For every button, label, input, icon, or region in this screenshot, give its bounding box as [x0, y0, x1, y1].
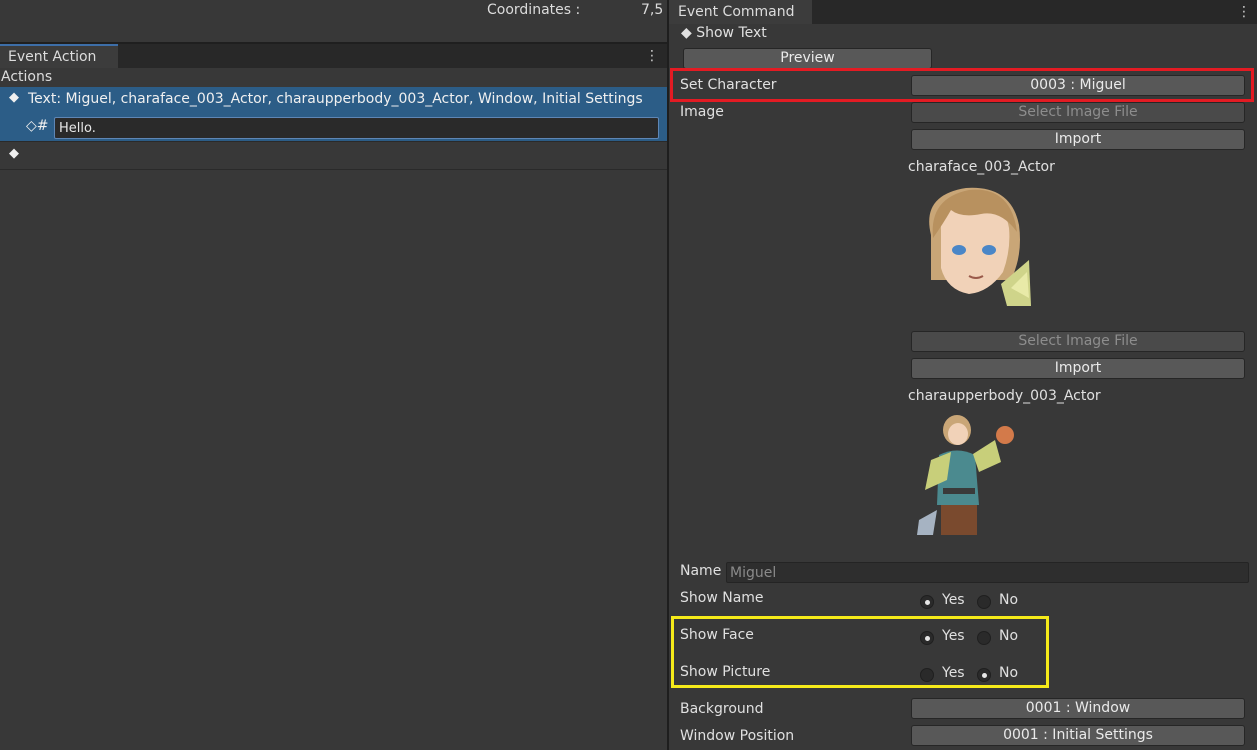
upper-body-portrait-image	[917, 415, 1014, 535]
show-picture-yes-label: Yes	[942, 665, 965, 681]
show-name-label: Show Name	[680, 590, 764, 606]
image-label: Image	[680, 104, 724, 120]
actions-label: Actions	[1, 69, 53, 85]
name-label: Name	[680, 563, 722, 579]
action-row-empty[interactable]: ◆	[0, 142, 667, 170]
show-face-yes-radio[interactable]	[920, 631, 934, 645]
event-action-pane: Coordinates : 7,5 Event Action ⋮ Actions…	[0, 0, 667, 750]
show-name-yes-label: Yes	[942, 592, 965, 608]
window-position-label: Window Position	[680, 728, 795, 744]
background-label: Background	[680, 701, 764, 717]
message-input[interactable]	[54, 117, 659, 139]
background-button[interactable]: 0001 : Window	[911, 698, 1245, 719]
show-picture-no-label: No	[999, 665, 1019, 681]
command-title: ◆ Show Text	[681, 25, 767, 41]
message-prefix: ◇#	[26, 118, 49, 134]
show-name-no-label: No	[999, 592, 1019, 608]
kebab-menu-icon[interactable]: ⋮	[645, 46, 659, 66]
show-picture-no-radio[interactable]	[977, 668, 991, 682]
show-name-no-radio[interactable]	[977, 595, 991, 609]
event-command-tabbar: Event Command ⋮	[669, 0, 1257, 24]
diamond-bullet-icon: ◆	[9, 146, 19, 161]
select-body-image-button[interactable]: Select Image File	[911, 331, 1245, 352]
show-face-yes-label: Yes	[942, 628, 965, 644]
event-action-tabbar: Event Action ⋮	[0, 44, 667, 68]
show-name-yes-radio[interactable]	[920, 595, 934, 609]
select-face-image-button[interactable]: Select Image File	[911, 102, 1245, 123]
preview-button[interactable]: Preview	[683, 48, 932, 69]
show-picture-yes-radio[interactable]	[920, 668, 934, 682]
action-row-message[interactable]: ◇#	[0, 114, 667, 142]
tab-event-action[interactable]: Event Action	[0, 44, 118, 68]
name-input[interactable]	[726, 562, 1249, 583]
body-filename: charaupperbody_003_Actor	[908, 388, 1101, 404]
show-face-no-radio[interactable]	[977, 631, 991, 645]
action-row-label: Text: Miguel, charaface_003_Actor, chara…	[28, 91, 643, 107]
show-face-no-label: No	[999, 628, 1019, 644]
diamond-bullet-icon: ◆	[9, 90, 19, 105]
face-filename: charaface_003_Actor	[908, 159, 1055, 175]
action-row-text[interactable]: ◆ Text: Miguel, charaface_003_Actor, cha…	[0, 87, 667, 114]
event-command-pane: Event Command ⋮ ◆ Show Text Preview Set …	[669, 0, 1257, 750]
window-position-button[interactable]: 0001 : Initial Settings	[911, 725, 1245, 746]
kebab-menu-icon[interactable]: ⋮	[1237, 2, 1251, 22]
coordinates-value: 7,5	[641, 2, 664, 18]
coordinates-bar: Coordinates : 7,5	[0, 0, 667, 42]
import-face-button[interactable]: Import	[911, 129, 1245, 150]
show-picture-label: Show Picture	[680, 664, 771, 680]
tab-event-command[interactable]: Event Command	[669, 0, 812, 24]
set-character-label: Set Character	[680, 77, 777, 93]
import-body-button[interactable]: Import	[911, 358, 1245, 379]
show-face-label: Show Face	[680, 627, 754, 643]
face-portrait-image	[929, 187, 1031, 306]
set-character-button[interactable]: 0003 : Miguel	[911, 75, 1245, 96]
coordinates-label: Coordinates :	[487, 2, 581, 18]
